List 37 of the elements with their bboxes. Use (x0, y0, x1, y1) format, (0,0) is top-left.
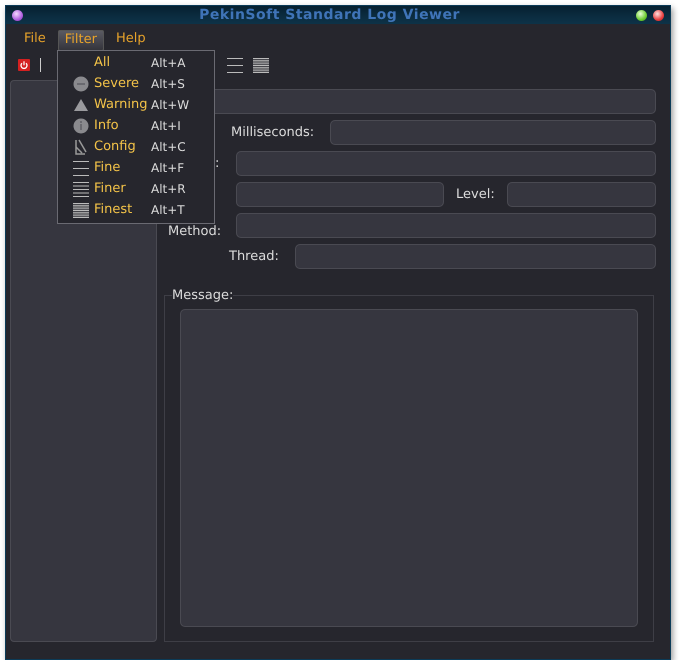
field-label: Method: (168, 224, 222, 239)
window-menu-icon[interactable] (12, 10, 23, 20)
menu-item[interactable]: All Alt+A (58, 52, 214, 73)
menu-item[interactable]: Finer Alt+R (58, 178, 214, 199)
lines-icon[interactable] (227, 57, 243, 73)
menu-item[interactable]: Filter (58, 30, 104, 51)
close-button[interactable] (653, 10, 664, 20)
lines-icon (73, 180, 89, 196)
minus-circle-icon (73, 76, 89, 92)
menu-item[interactable]: Warning Alt+W (58, 94, 214, 115)
menu-item[interactable]: Severe Alt+S (58, 73, 214, 94)
lines-icon[interactable] (253, 57, 269, 73)
triangle-icon (73, 96, 89, 112)
text-field[interactable] (330, 120, 656, 145)
menu-item[interactable]: Config Alt+C (58, 136, 214, 157)
field-label: : (215, 156, 220, 171)
field-label: Thread: (229, 249, 279, 264)
text-field[interactable] (236, 213, 656, 238)
power-button[interactable] (18, 59, 30, 71)
menu-item[interactable]: Finest Alt+T (58, 199, 214, 220)
drafting-tools-icon (73, 138, 89, 154)
text-field[interactable] (294, 244, 656, 269)
menu-item[interactable]: Fine Alt+F (58, 157, 214, 178)
menu-item[interactable]: File (18, 30, 52, 49)
maximize-button[interactable] (636, 10, 647, 20)
text-field[interactable] (236, 182, 444, 207)
info-icon (73, 118, 89, 134)
group-label: Message: (172, 289, 234, 303)
field-label: Milliseconds: (231, 125, 314, 140)
lines-icon (73, 160, 89, 176)
window-title: PekinSoft Standard Log Viewer (198, 7, 461, 23)
field-label: Level: (456, 187, 495, 202)
menu-item[interactable]: Help (110, 30, 152, 49)
lines-icon (73, 202, 89, 218)
text-field[interactable] (236, 151, 656, 176)
text-field[interactable] (506, 182, 656, 207)
menu-item[interactable]: Info Alt+I (58, 115, 214, 136)
